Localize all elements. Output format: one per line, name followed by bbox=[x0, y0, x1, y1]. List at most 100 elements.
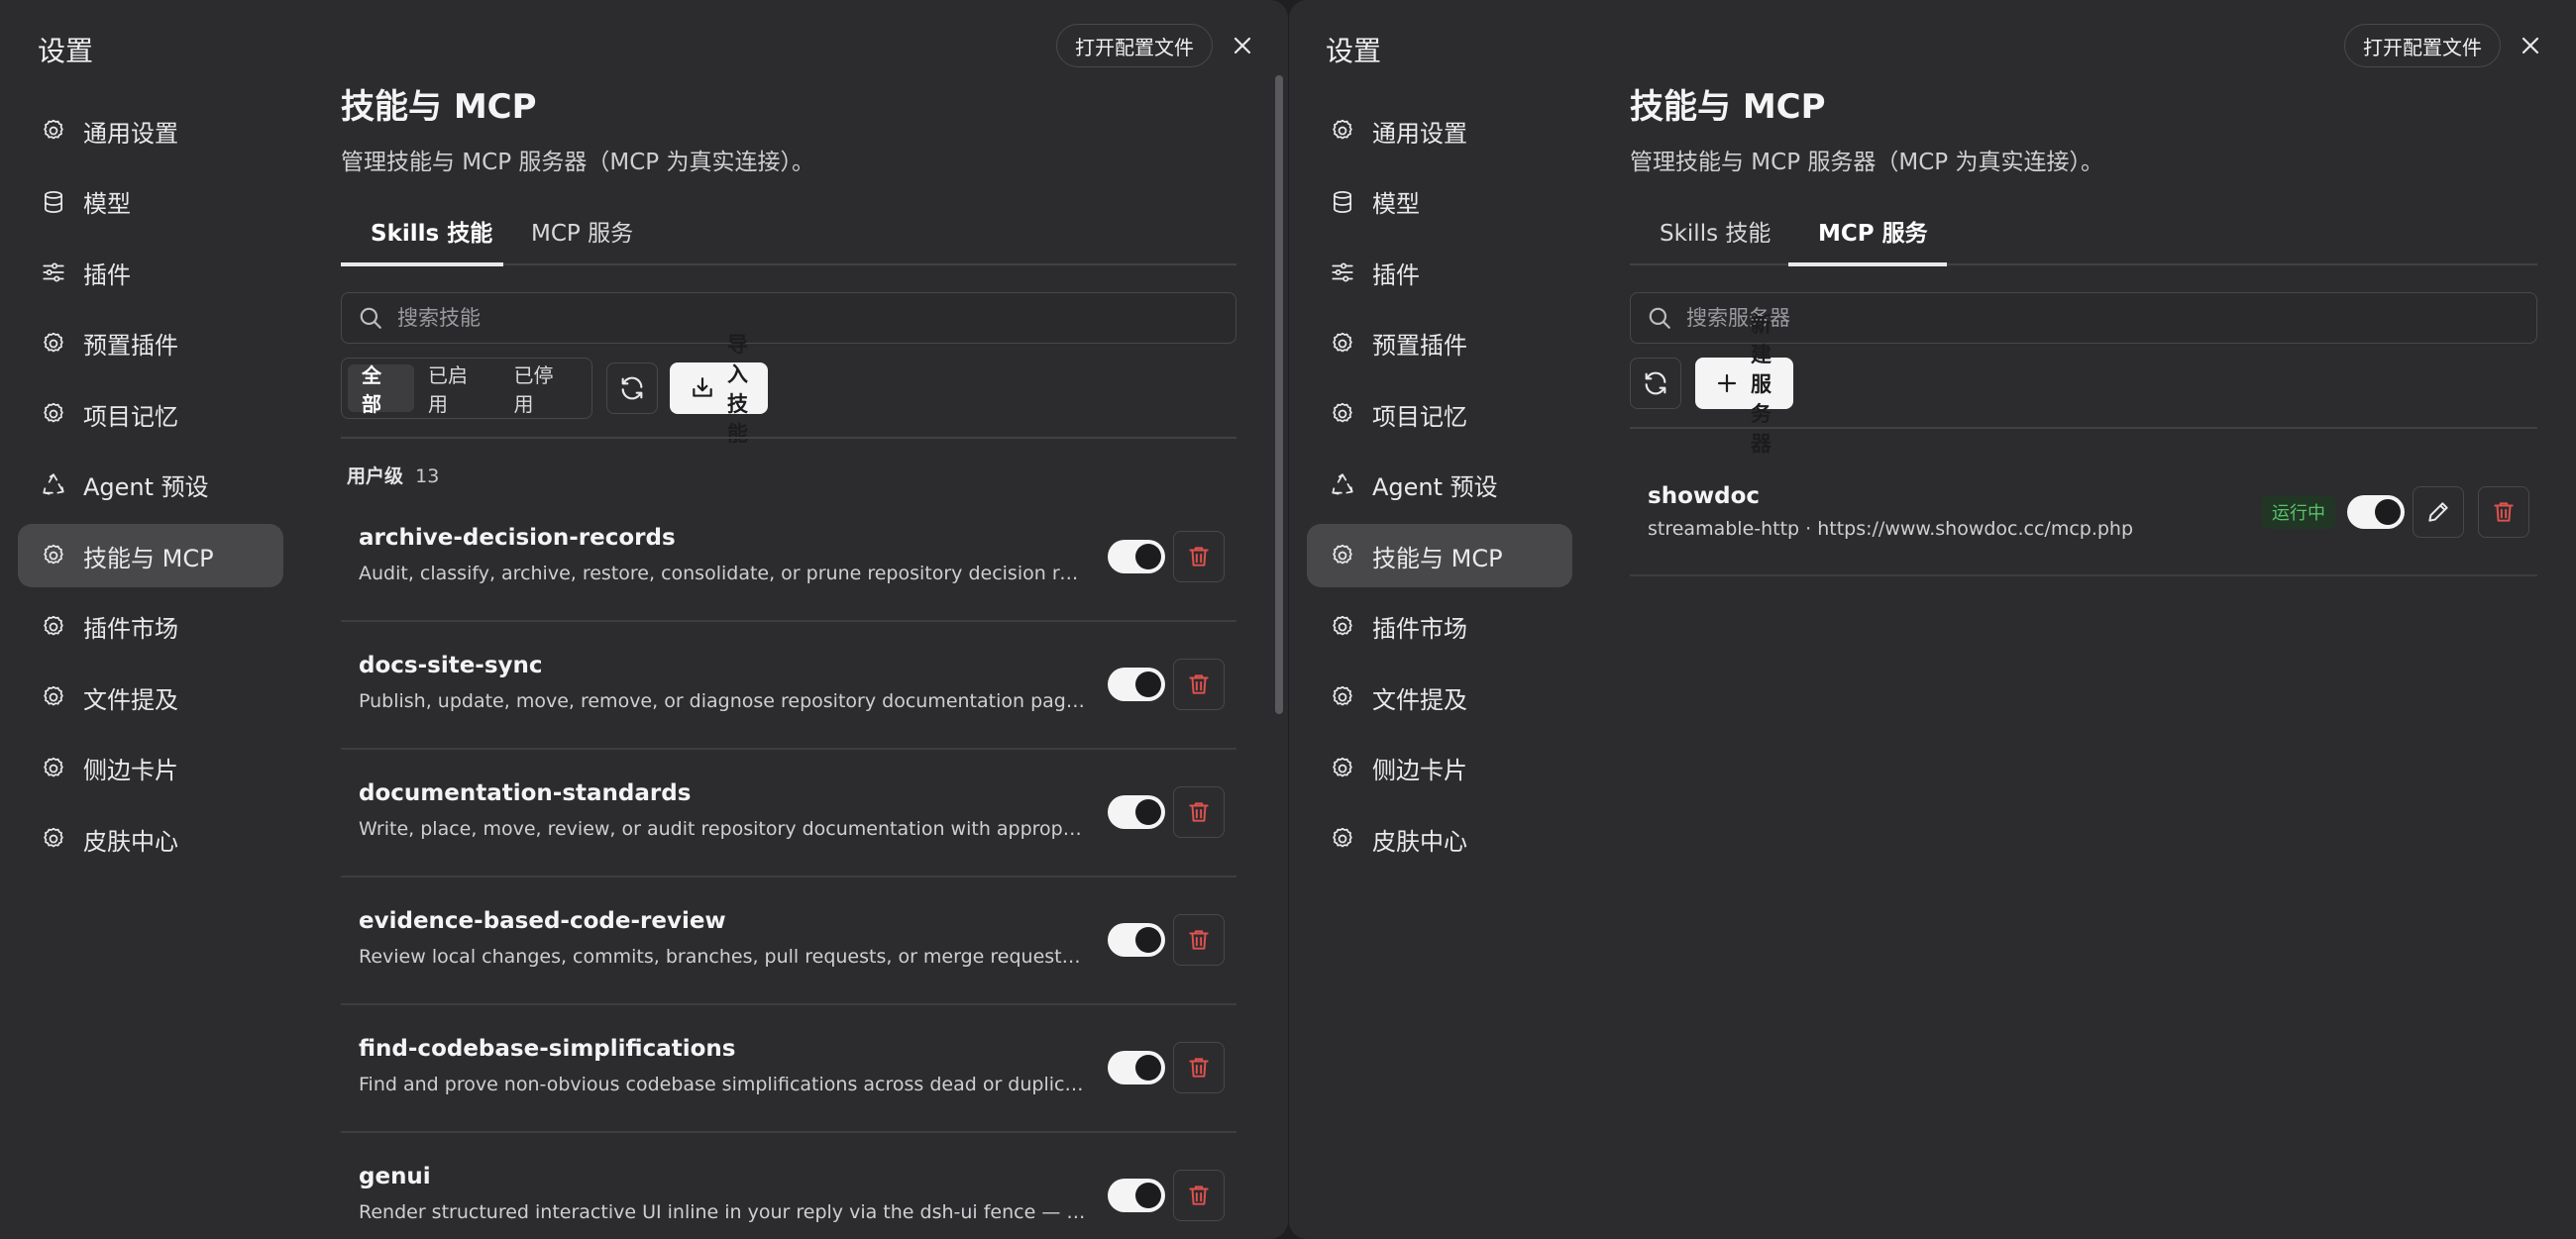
sidebar-item[interactable]: 通用设置 bbox=[18, 99, 283, 162]
sidebar-item[interactable]: 模型 bbox=[18, 170, 283, 234]
status-badge: 运行中 bbox=[2262, 495, 2335, 529]
gear-icon bbox=[40, 400, 67, 428]
open-config-button[interactable]: 打开配置文件 bbox=[2344, 24, 2501, 67]
delete-button[interactable] bbox=[2478, 486, 2529, 538]
tab-mcp[interactable]: MCP 服务 bbox=[531, 214, 633, 248]
toggle-knob bbox=[1135, 671, 1161, 697]
sidebar-item[interactable]: Agent 预设 bbox=[18, 454, 283, 517]
tab-mcp[interactable]: MCP 服务 bbox=[1818, 214, 1928, 248]
skill-search-input[interactable] bbox=[397, 306, 1100, 330]
divider bbox=[1630, 427, 2537, 429]
sidebar-item[interactable]: 项目记忆 bbox=[1307, 382, 1572, 446]
pencil-icon bbox=[2428, 502, 2448, 522]
gear-icon bbox=[1329, 825, 1356, 853]
delete-button[interactable] bbox=[1173, 914, 1225, 966]
skill-row: find-codebase-simplifications Find and pr… bbox=[341, 1006, 1236, 1133]
gear-icon bbox=[40, 683, 67, 711]
page-subtitle: 管理技能与 MCP 服务器（MCP 为真实连接）。 bbox=[341, 150, 814, 175]
delete-button[interactable] bbox=[1173, 1170, 1225, 1221]
toggle-knob bbox=[2375, 499, 2401, 525]
sidebar-item-label: 通用设置 bbox=[83, 119, 178, 148]
sidebar-item-label: Agent 预设 bbox=[1372, 473, 1498, 501]
page-subtitle: 管理技能与 MCP 服务器（MCP 为真实连接）。 bbox=[1630, 150, 2103, 175]
sliders-icon bbox=[1329, 258, 1356, 286]
scrollbar[interactable] bbox=[1275, 75, 1283, 714]
settings-title: 设置 bbox=[38, 35, 94, 67]
sidebar-item[interactable]: 插件市场 bbox=[1307, 595, 1572, 659]
skill-toggle[interactable] bbox=[1108, 923, 1165, 957]
delete-button[interactable] bbox=[1173, 531, 1225, 582]
sidebar-item[interactable]: 插件市场 bbox=[18, 595, 283, 659]
skill-toggle[interactable] bbox=[1108, 668, 1165, 701]
sidebar-item[interactable]: 文件提及 bbox=[1307, 666, 1572, 729]
sidebar-item[interactable]: 侧边卡片 bbox=[1307, 737, 1572, 800]
filter-disabled[interactable]: 已停用 bbox=[500, 363, 587, 416]
skill-name: docs-site-sync bbox=[359, 653, 543, 678]
import-icon bbox=[690, 375, 715, 401]
toggle-knob bbox=[1135, 927, 1161, 953]
skill-name: documentation-standards bbox=[359, 780, 692, 806]
server-row: showdoc streamable-http · https://www.sh… bbox=[1630, 446, 2537, 576]
sidebar-item-label: 模型 bbox=[83, 190, 131, 218]
sidebar-item[interactable]: Agent 预设 bbox=[1307, 454, 1572, 517]
sidebar-item[interactable]: 皮肤中心 bbox=[18, 807, 283, 871]
close-button[interactable] bbox=[2513, 28, 2548, 63]
skill-row: docs-site-sync Publish, update, move, rem… bbox=[341, 623, 1236, 750]
sidebar-item[interactable]: 插件 bbox=[18, 241, 283, 304]
tab-skills[interactable]: Skills 技能 bbox=[371, 214, 492, 248]
skill-toggle[interactable] bbox=[1108, 540, 1165, 573]
delete-button[interactable] bbox=[1173, 1042, 1225, 1093]
filter-all[interactable]: 全部 bbox=[348, 363, 414, 416]
toggle-knob bbox=[1135, 799, 1161, 825]
sidebar-item[interactable]: 项目记忆 bbox=[18, 382, 283, 446]
server-search-input[interactable] bbox=[1686, 306, 2399, 330]
gear-icon bbox=[1329, 755, 1356, 782]
sidebar-item-label: 文件提及 bbox=[83, 685, 178, 714]
sidebar-item-label: 插件市场 bbox=[83, 615, 178, 643]
tab-underline bbox=[1788, 262, 1947, 266]
group-name: 用户级 bbox=[347, 465, 404, 487]
toggle-knob bbox=[1135, 544, 1161, 569]
sidebar-item[interactable]: 侧边卡片 bbox=[18, 737, 283, 800]
server-detail: streamable-http · https://www.showdoc.cc… bbox=[1648, 518, 2134, 540]
filter-group: 全部 已启用 已停用 bbox=[341, 358, 592, 419]
group-count: 13 bbox=[415, 465, 440, 487]
sidebar-item[interactable]: 模型 bbox=[1307, 170, 1572, 234]
filter-enabled[interactable]: 已启用 bbox=[414, 363, 500, 416]
skill-name: archive-decision-records bbox=[359, 525, 676, 551]
sidebar-item[interactable]: 预置插件 bbox=[1307, 312, 1572, 375]
open-config-button[interactable]: 打开配置文件 bbox=[1056, 24, 1213, 67]
new-server-button[interactable]: 新建服务器 bbox=[1695, 313, 1793, 456]
edit-button[interactable] bbox=[2413, 486, 2464, 538]
gear-icon bbox=[40, 330, 67, 358]
divider bbox=[341, 437, 1236, 439]
close-button[interactable] bbox=[1225, 28, 1260, 63]
search-icon bbox=[1649, 307, 1670, 329]
skill-desc: Publish, update, move, remove, or diagno… bbox=[359, 690, 1088, 712]
delete-button[interactable] bbox=[1173, 659, 1225, 710]
sidebar-item[interactable]: 皮肤中心 bbox=[1307, 807, 1572, 871]
import-skill-label: 导入技能 bbox=[727, 333, 748, 446]
gear-icon bbox=[40, 613, 67, 641]
delete-button[interactable] bbox=[1173, 786, 1225, 838]
sidebar-item[interactable]: 文件提及 bbox=[18, 666, 283, 729]
skill-toggle[interactable] bbox=[1108, 1179, 1165, 1212]
gear-icon bbox=[1329, 542, 1356, 569]
database-icon bbox=[40, 188, 67, 216]
import-skill-button[interactable]: 导入技能 bbox=[670, 333, 768, 446]
sidebar-item-label: 通用设置 bbox=[1372, 119, 1467, 148]
skill-toggle[interactable] bbox=[1108, 795, 1165, 829]
skill-toggle[interactable] bbox=[1108, 1051, 1165, 1084]
settings-title: 设置 bbox=[1326, 35, 1382, 67]
skill-name: genui bbox=[359, 1164, 431, 1189]
sidebar-item[interactable]: 插件 bbox=[1307, 241, 1572, 304]
refresh-button[interactable] bbox=[606, 362, 658, 414]
skill-desc: Find and prove non-obvious codebase simp… bbox=[359, 1074, 1088, 1095]
tab-skills[interactable]: Skills 技能 bbox=[1660, 214, 1771, 248]
sidebar-item[interactable]: 通用设置 bbox=[1307, 99, 1572, 162]
refresh-button[interactable] bbox=[1630, 358, 1681, 409]
sidebar-item[interactable]: 技能与 MCP bbox=[1307, 524, 1572, 587]
sidebar-item[interactable]: 预置插件 bbox=[18, 312, 283, 375]
server-toggle[interactable] bbox=[2347, 495, 2405, 529]
sidebar-item[interactable]: 技能与 MCP bbox=[18, 524, 283, 587]
